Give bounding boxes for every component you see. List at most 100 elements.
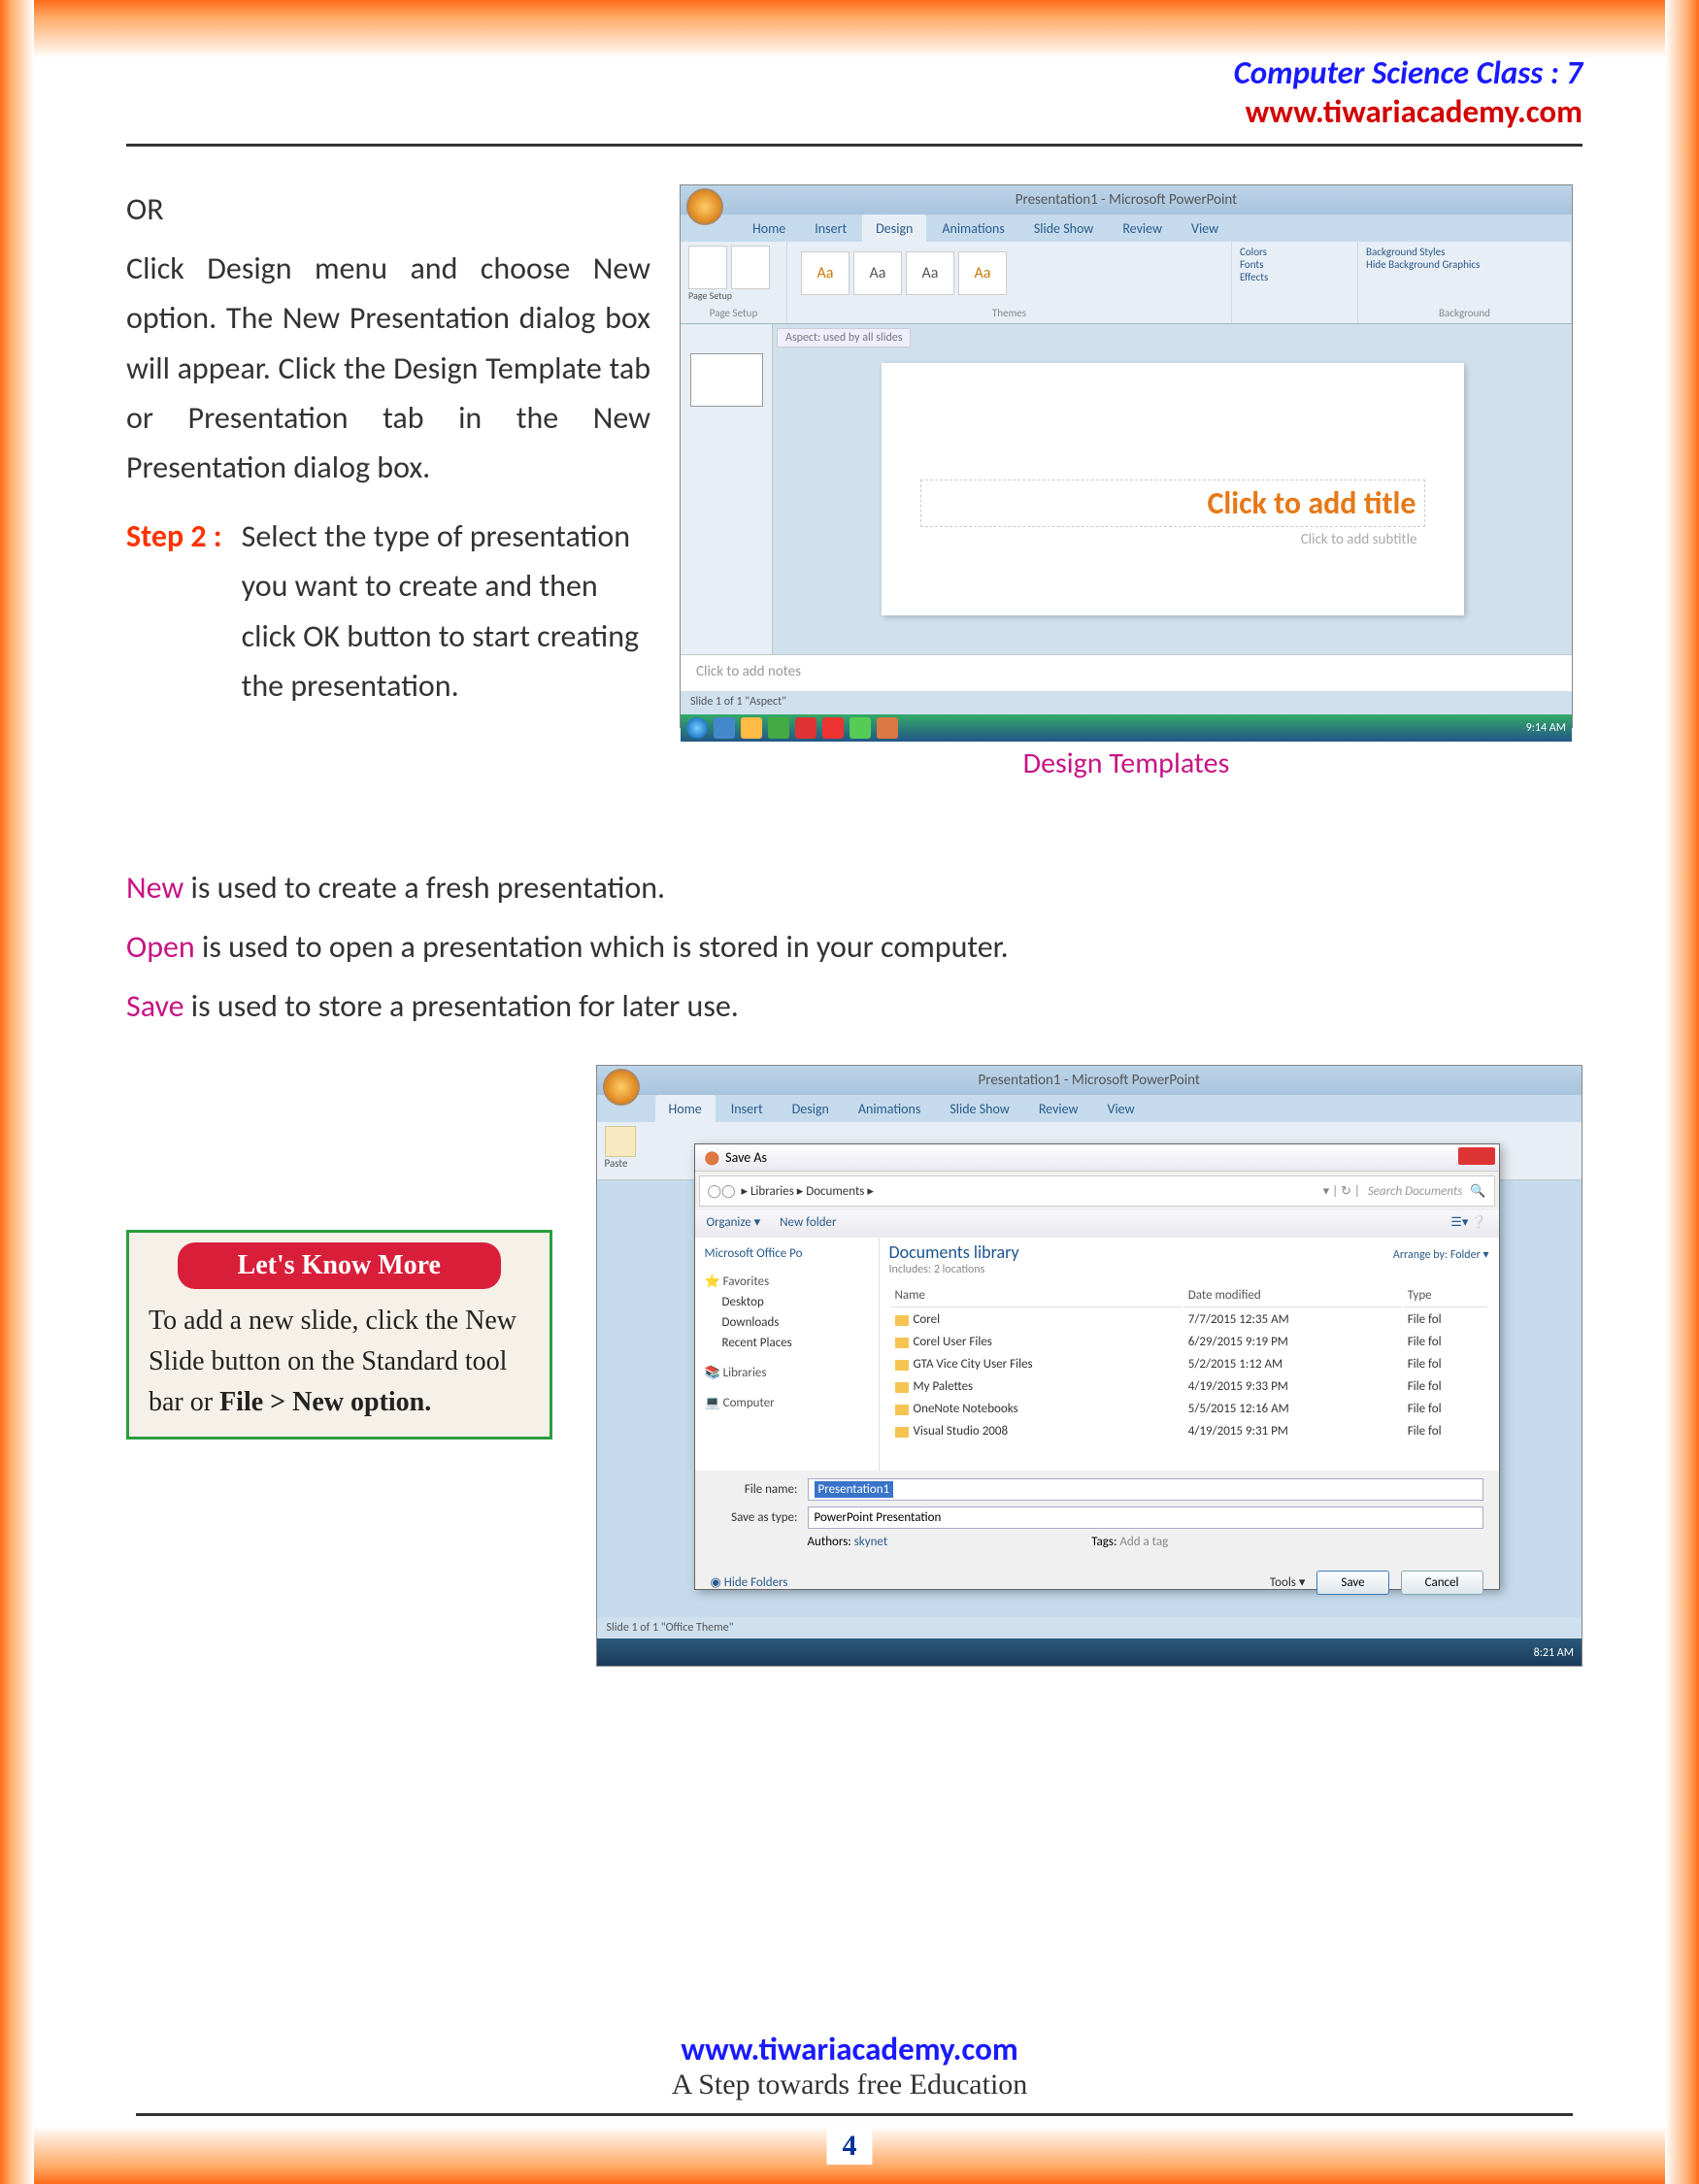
tab-animations: Animations — [845, 1095, 934, 1122]
open-term: Open — [126, 928, 195, 966]
hide-folders: Hide Folders — [724, 1575, 788, 1590]
paste-label: Paste — [605, 1157, 636, 1170]
paste-icon — [605, 1126, 636, 1157]
office-button-icon — [686, 188, 723, 225]
sidebar-libraries: Libraries — [723, 1366, 767, 1380]
window-titlebar: Presentation1 - Microsoft PowerPoint — [681, 185, 1572, 215]
authors-label: Authors: — [808, 1535, 851, 1549]
slide-subtitle-placeholder: Click to add subtitle — [920, 527, 1425, 552]
screenshot-design-templates: Presentation1 - Microsoft PowerPoint Hom… — [680, 184, 1573, 728]
tab-design: Design — [862, 215, 926, 242]
tab-slideshow: Slide Show — [1020, 215, 1107, 242]
colors-option: Colors — [1240, 246, 1349, 258]
themes-group-label: Themes — [795, 307, 1223, 319]
know-more-header: Let's Know More — [178, 1242, 501, 1289]
taskbar-icon — [795, 717, 816, 739]
screenshot1-caption: Design Templates — [680, 745, 1573, 781]
page-setup-group-label: Page Setup — [688, 307, 779, 319]
theme-1: Aa — [801, 251, 850, 295]
savetype-input: PowerPoint Presentation — [808, 1506, 1483, 1529]
slide-canvas: Click to add title Click to add subtitle — [882, 363, 1464, 615]
library-title: Documents library — [889, 1241, 1019, 1263]
search-placeholder: Search Documents — [1360, 1184, 1462, 1199]
arrange-by: Arrange by: Folder ▾ — [1393, 1241, 1489, 1282]
theme-4: Aa — [958, 251, 1007, 295]
theme-2: Aa — [853, 251, 902, 295]
tab-view: View — [1178, 215, 1232, 242]
bg-styles: Background Styles — [1366, 246, 1563, 258]
table-row: OneNote Notebooks5/5/2015 12:16 AMFile f… — [891, 1399, 1487, 1419]
folder-icon — [895, 1427, 909, 1438]
fonts-option: Fonts — [1240, 258, 1349, 271]
start-button-icon — [686, 717, 708, 739]
tags-value: Add a tag — [1119, 1535, 1168, 1549]
breadcrumb: ▸ Libraries ▸ Documents ▸ — [742, 1184, 874, 1199]
page-gradient-right — [1665, 0, 1699, 2184]
tab-insert: Insert — [801, 215, 860, 242]
orientation-icon — [731, 246, 770, 289]
instruction-paragraph: Click Design menu and choose New option.… — [126, 244, 650, 492]
taskbar-icon — [850, 717, 871, 739]
slide-title-placeholder: Click to add title — [920, 480, 1425, 527]
effects-option: Effects — [1240, 271, 1349, 283]
new-definition: is used to create a fresh presentation. — [183, 869, 665, 907]
cancel-button: Cancel — [1401, 1571, 1483, 1595]
know-more-box: Let's Know More To add a new slide, clic… — [126, 1230, 552, 1439]
open-definition: is used to open a presentation which is … — [195, 928, 1009, 966]
hide-bg: Hide Background Graphics — [1366, 258, 1563, 271]
page-number: 4 — [827, 2128, 873, 2165]
taskbar-clock: 8:21 AM — [1534, 1646, 1574, 1660]
slide-panel — [681, 324, 773, 654]
tab-view: View — [1094, 1095, 1149, 1122]
save-term: Save — [126, 987, 184, 1025]
status-bar: Slide 1 of 1 "Aspect" — [681, 691, 1572, 714]
authors-value: skynet — [854, 1535, 887, 1549]
sidebar-favorites: Favorites — [723, 1274, 770, 1289]
tab-animations: Animations — [928, 215, 1017, 242]
taskbar-icon — [822, 717, 844, 739]
dialog-bottom: File name: Presentation1 Save as type: P… — [695, 1471, 1499, 1563]
tab-review: Review — [1109, 215, 1176, 242]
ribbon: Page Setup Page Setup Aa Aa Aa Aa Themes… — [681, 242, 1572, 324]
footer-tagline: A Step towards free Education — [0, 2068, 1699, 2101]
table-row: Corel User Files6/29/2015 9:19 PMFile fo… — [891, 1332, 1487, 1352]
tab-design: Design — [779, 1095, 843, 1122]
paste-button: Paste — [605, 1126, 636, 1175]
window-title: Presentation1 - Microsoft PowerPoint — [979, 1072, 1200, 1089]
tab-home: Home — [655, 1095, 716, 1122]
sidebar-msoffice: Microsoft Office Po — [705, 1243, 869, 1264]
step2-text: Select the type of presentation you want… — [242, 512, 650, 711]
col-date: Date modified — [1184, 1284, 1402, 1307]
window-titlebar: Presentation1 - Microsoft PowerPoint — [597, 1066, 1582, 1095]
tags-label: Tags: — [1091, 1535, 1116, 1549]
folder-icon — [895, 1338, 909, 1348]
col-type: Type — [1404, 1284, 1487, 1307]
ribbon-tabs: Home Insert Design Animations Slide Show… — [681, 215, 1572, 242]
step2-label: Step 2 : — [126, 512, 222, 711]
know-more-text: To add a new slide, click the New Slide … — [129, 1301, 550, 1423]
tab-slideshow: Slide Show — [936, 1095, 1022, 1122]
filename-label: File name: — [711, 1482, 798, 1497]
window-title: Presentation1 - Microsoft PowerPoint — [1016, 191, 1237, 209]
new-folder-button: New folder — [780, 1215, 836, 1233]
tab-review: Review — [1025, 1095, 1092, 1122]
tab-home: Home — [739, 215, 799, 242]
dialog-buttons: ◉ Hide Folders Tools ▾ Save Cancel — [695, 1563, 1499, 1603]
table-row: Corel7/7/2015 12:35 AMFile fol — [891, 1309, 1487, 1330]
taskbar-icon — [741, 717, 762, 739]
file-table: NameDate modifiedType Corel7/7/2015 12:3… — [889, 1282, 1489, 1443]
page-setup-icon — [688, 246, 727, 289]
taskbar-icon — [714, 717, 735, 739]
page-gradient-left — [0, 0, 34, 2184]
taskbar-clock: 9:14 AM — [1526, 721, 1566, 735]
close-icon — [1458, 1147, 1495, 1165]
page-header: Computer Science Class : 7 www.tiwariaca… — [1234, 53, 1582, 131]
save-button: Save — [1316, 1571, 1388, 1595]
taskbar: 8:21 AM — [597, 1638, 1582, 1666]
ribbon-themes: Aa Aa Aa Aa Themes — [787, 242, 1232, 323]
status-bar: Slide 1 of 1 "Office Theme" — [597, 1617, 1582, 1638]
folder-icon — [895, 1382, 909, 1393]
screenshot-save-as: Presentation1 - Microsoft PowerPoint Hom… — [596, 1065, 1583, 1667]
table-row: Visual Studio 20084/19/2015 9:31 PMFile … — [891, 1421, 1487, 1441]
theme-3: Aa — [906, 251, 954, 295]
